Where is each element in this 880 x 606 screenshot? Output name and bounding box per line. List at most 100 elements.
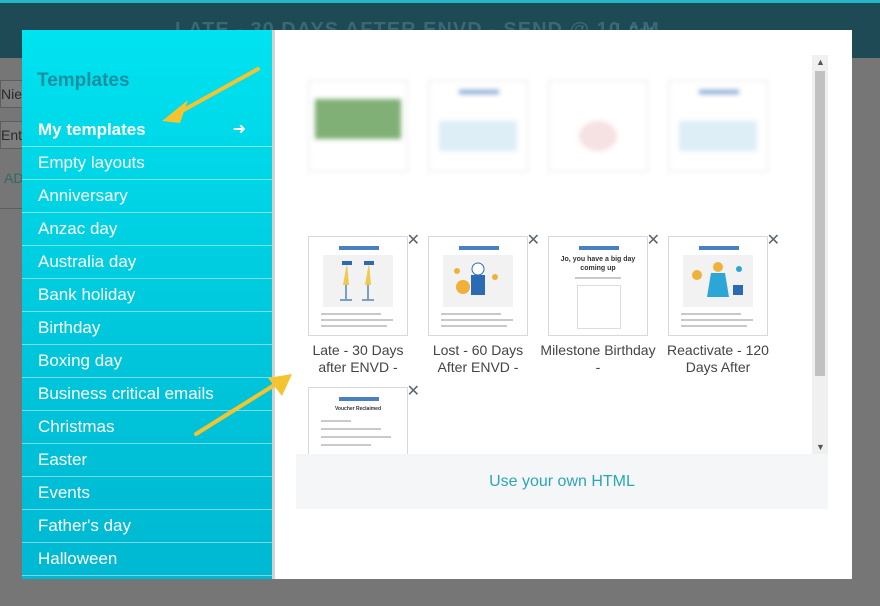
text-placeholder (681, 319, 753, 321)
sidebar-item-australia-day[interactable]: Australia day (22, 246, 272, 279)
template-thumbnail[interactable] (428, 236, 528, 336)
sidebar-item-label: Events (38, 483, 90, 502)
text-placeholder (321, 325, 387, 327)
add-link[interactable]: AD (4, 170, 23, 186)
sidebar-item-label: Business critical emails (38, 384, 214, 403)
close-icon[interactable]: ✕ (647, 230, 660, 250)
text-placeholder (321, 436, 391, 438)
text-placeholder (441, 313, 501, 315)
sidebar-item-label: Christmas (38, 417, 115, 436)
templates-content: Late - 30 Days after ENVD - ✕ Lost - 60 … (296, 55, 828, 555)
template-thumbnail[interactable]: Jo, you have a big day coming up (548, 236, 648, 336)
template-card-blurred (308, 80, 408, 172)
sidebar-item-birthday[interactable]: Birthday (22, 312, 272, 345)
logo-placeholder (459, 90, 499, 94)
text-placeholder (575, 277, 621, 279)
chef-illustration-icon (443, 255, 513, 307)
image-placeholder (579, 121, 617, 151)
template-card-blurred (548, 80, 648, 172)
sidebar-item-label: Anzac day (38, 219, 118, 238)
template-card[interactable]: Jo, you have a big day coming up Milesto… (540, 232, 660, 376)
sidebar-item-label: Australia day (38, 252, 137, 271)
text-placeholder (321, 319, 393, 321)
sidebar-item-halloween[interactable]: Halloween (22, 543, 272, 576)
template-card[interactable]: Reactivate - 120 Days After ✕ (667, 232, 780, 376)
logo-placeholder (339, 397, 379, 401)
logo-placeholder (699, 90, 739, 94)
template-card[interactable]: Lost - 60 Days After ENVD - ✕ (428, 232, 540, 376)
entry-field[interactable]: Ent (0, 121, 24, 149)
sidebar-shadow (272, 30, 275, 579)
template-card[interactable]: Late - 30 Days after ENVD - ✕ (308, 232, 420, 376)
template-thumbnail (428, 80, 528, 172)
woman-illustration-icon (683, 255, 753, 307)
text-placeholder (321, 313, 381, 315)
sidebar-title: Templates (37, 70, 130, 91)
sidebar-item-bank-holiday[interactable]: Bank holiday (22, 279, 272, 312)
sidebar-item-label: Halloween (38, 549, 118, 568)
template-name: Lost - 60 Days After ENVD - (432, 342, 524, 375)
scroll-up-icon[interactable]: ▲ (816, 57, 825, 67)
sidebar-item-label: My templates (38, 120, 146, 139)
scroll-down-icon[interactable]: ▼ (816, 442, 825, 452)
scrollbar[interactable]: ▲ ▼ (812, 55, 828, 454)
logo-placeholder (579, 246, 619, 250)
text-placeholder (441, 319, 513, 321)
logo-placeholder (339, 246, 379, 250)
logo-placeholder (459, 246, 499, 250)
template-thumbnail (668, 80, 768, 172)
image-placeholder (315, 99, 401, 139)
template-card-blurred (428, 80, 528, 172)
template-thumbnail (308, 80, 408, 172)
image-placeholder (679, 121, 757, 151)
sidebar-item-boxing-day[interactable]: Boxing day (22, 345, 272, 378)
sidebar-item-label: Anniversary (38, 186, 128, 205)
use-own-html-button[interactable]: Use your own HTML (296, 454, 828, 509)
sidebar-item-events[interactable]: Events (22, 477, 272, 510)
templates-modal: Templates My templates ➜ Empty layouts A… (22, 30, 852, 579)
sidebar-item-label: Birthday (38, 318, 101, 337)
template-thumbnail[interactable] (668, 236, 768, 336)
sidebar-item-label: Easter (38, 450, 88, 469)
divider (0, 208, 22, 209)
sidebar-item-my-templates[interactable]: My templates ➜ (22, 114, 272, 147)
text-placeholder (321, 420, 351, 422)
close-icon[interactable]: ✕ (527, 230, 540, 250)
template-name: Milestone Birthday - (540, 342, 656, 375)
sidebar-item-label: Bank holiday (38, 285, 136, 304)
text-placeholder (681, 313, 741, 315)
text-placeholder (321, 428, 381, 430)
template-name: Late - 30 Days after ENVD - (312, 342, 404, 375)
scrollbar-thumb[interactable] (815, 71, 825, 376)
text-placeholder (681, 325, 747, 327)
template-card[interactable]: Voucher Reclaimed ✕ (308, 383, 420, 454)
sidebar-item-label: Empty layouts (38, 153, 145, 172)
thumbnail-heading: Voucher Reclaimed (334, 406, 382, 412)
sidebar-item-anniversary[interactable]: Anniversary (22, 180, 272, 213)
logo-placeholder (699, 246, 739, 250)
close-icon[interactable]: ✕ (407, 381, 420, 401)
image-placeholder (439, 121, 517, 151)
arrow-right-icon: ➜ (232, 121, 246, 138)
close-icon[interactable]: ✕ (767, 230, 780, 250)
template-thumbnail[interactable] (308, 236, 408, 336)
sidebar-item-empty-layouts[interactable]: Empty layouts (22, 147, 272, 180)
template-card-blurred (668, 80, 768, 172)
template-name: Reactivate - 120 Days After (667, 342, 769, 375)
sidebar-item-business-critical[interactable]: Business critical emails (22, 378, 272, 411)
templates-sidebar: Templates My templates ➜ Empty layouts A… (22, 30, 272, 579)
sidebar-item-label: Father's day (38, 516, 132, 535)
text-placeholder (441, 325, 507, 327)
sidebar-item-anzac-day[interactable]: Anzac day (22, 213, 272, 246)
name-field[interactable]: Nie (0, 80, 24, 108)
template-thumbnail[interactable]: Voucher Reclaimed (308, 387, 408, 454)
text-placeholder (321, 444, 371, 446)
templates-grid: Late - 30 Days after ENVD - ✕ Lost - 60 … (296, 55, 812, 454)
champagne-glasses-icon (323, 255, 393, 307)
sidebar-item-christmas[interactable]: Christmas (22, 411, 272, 444)
template-thumbnail (548, 80, 648, 172)
sidebar-item-easter[interactable]: Easter (22, 444, 272, 477)
sidebar-item-label: Boxing day (38, 351, 123, 370)
sidebar-item-fathers-day[interactable]: Father's day (22, 510, 272, 543)
close-icon[interactable]: ✕ (407, 230, 420, 250)
